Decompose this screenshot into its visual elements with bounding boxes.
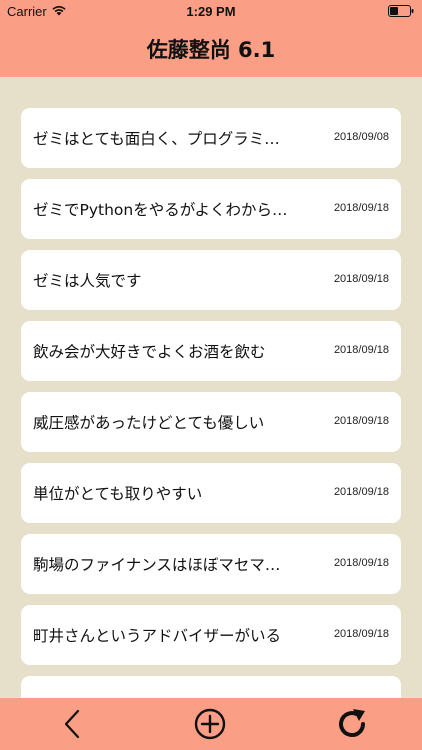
list-item-text: 町井さんというアドバイザーがいる xyxy=(33,627,282,645)
list-item[interactable]: 駒場のファイナンスはほぼマセマ… 2018/09/18 xyxy=(21,534,401,594)
list-item-text: 威圧感があったけどとても優しい xyxy=(33,414,265,432)
bottom-toolbar xyxy=(0,698,422,750)
list-item[interactable]: 町井さんというアドバイザーがいる 2018/09/18 xyxy=(21,605,401,665)
list-item-date: 2018/09/18 xyxy=(333,628,389,640)
list-item-date: 2018/09/18 xyxy=(333,486,389,498)
list-item[interactable]: 飲み会が大好きでよくお酒を飲む 2018/09/18 xyxy=(21,321,401,381)
page-title: 佐藤整尚 6.1 xyxy=(146,38,276,62)
refresh-button[interactable] xyxy=(334,706,370,742)
list-item[interactable]: ゼミでPythonをやるがよくわから… 2018/09/18 xyxy=(21,179,401,239)
status-bar: Carrier 1:29 PM xyxy=(0,0,422,22)
list-item-date: 2018/09/08 xyxy=(333,131,389,143)
list-item-date: 2018/09/18 xyxy=(333,202,389,214)
list-item-text: ゼミでPythonをやるがよくわから… xyxy=(33,201,288,219)
add-icon xyxy=(194,708,226,740)
list-item-text: 飲み会が大好きでよくお酒を飲む xyxy=(33,343,266,361)
status-time: 1:29 PM xyxy=(186,4,236,19)
back-button[interactable] xyxy=(54,706,90,742)
list-item[interactable]: 威圧感があったけどとても優しい 2018/09/18 xyxy=(21,392,401,452)
list-item-text: ゼミはとても面白く、プログラミ… xyxy=(33,130,280,148)
comment-list: ゼミはとても面白く、プログラミ… 2018/09/08 ゼミでPythonをやる… xyxy=(21,108,401,747)
refresh-icon xyxy=(339,709,366,737)
battery-icon xyxy=(388,5,414,21)
list-item-date: 2018/09/18 xyxy=(333,273,389,285)
list-item-text: 駒場のファイナンスはほぼマセマ… xyxy=(33,556,281,574)
list-item[interactable]: ゼミはとても面白く、プログラミ… 2018/09/08 xyxy=(21,108,401,168)
list-item-text: ゼミは人気です xyxy=(33,272,142,290)
list-item-date: 2018/09/18 xyxy=(333,344,389,356)
navigation-bar: Carrier 1:29 PM 佐藤整尚 6.1 xyxy=(0,0,422,77)
list-item-text: 単位がとても取りやすい xyxy=(33,485,203,503)
list-item[interactable]: ゼミは人気です 2018/09/18 xyxy=(21,250,401,310)
list-item-date: 2018/09/18 xyxy=(333,415,389,427)
list-item[interactable]: 単位がとても取りやすい 2018/09/18 xyxy=(21,463,401,523)
list-item-date: 2018/09/18 xyxy=(333,557,389,569)
add-button[interactable] xyxy=(192,706,228,742)
back-icon xyxy=(64,709,80,739)
